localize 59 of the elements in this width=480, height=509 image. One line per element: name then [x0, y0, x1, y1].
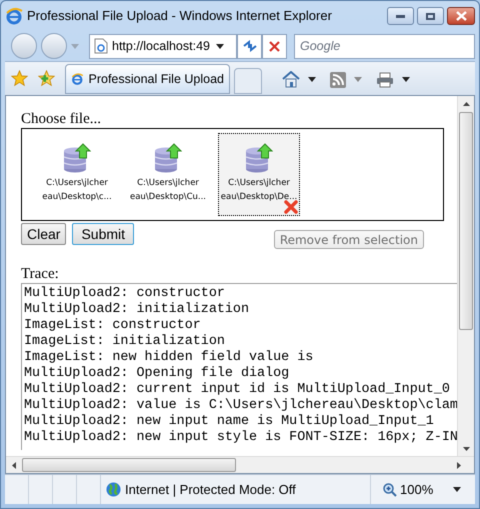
close-icon: [456, 11, 466, 21]
star-icon[interactable]: [11, 70, 28, 87]
trace-line: MultiUpload2: initialization: [24, 302, 249, 318]
stop-icon: [269, 40, 280, 52]
caret-icon[interactable]: [308, 77, 316, 82]
refresh-button[interactable]: [237, 34, 262, 58]
scroll-right-icon[interactable]: [457, 462, 461, 468]
scroll-down-icon[interactable]: [462, 447, 470, 451]
file-path: C:\Users\jlcher eau\Desktop\De...: [220, 177, 298, 204]
form-button[interactable]: Submit: [72, 223, 134, 245]
file-item[interactable]: C:\Users\jlcher eau\Desktop\De...: [218, 133, 300, 216]
vertical-scrollbar[interactable]: [457, 96, 474, 456]
trace-line: MultiUpload2: value is C:\Users\jlchereau\Desktop\clam: [24, 398, 457, 414]
database-upload-icon: [245, 143, 273, 173]
file-path: C:\Users\jlcher eau\Desktop\Cu...: [129, 177, 207, 204]
delete-icon[interactable]: [284, 200, 298, 214]
trace-heading: Trace:: [21, 265, 60, 283]
file-path: C:\Users\jlcher eau\Desktop\c...: [41, 177, 113, 204]
globe-icon: [106, 482, 121, 497]
trace-line: MultiUpload2: new input style is FONT-SIZE: 16px; Z-IN: [24, 430, 457, 446]
stop-button[interactable]: [262, 34, 287, 58]
browser-logo-icon: [5, 7, 23, 25]
security-zone-text: Internet | Protected Mode: Off: [125, 480, 296, 499]
caret-icon[interactable]: [453, 487, 462, 492]
file-item[interactable]: C:\Users\jlcher eau\Desktop\c...: [36, 133, 118, 216]
refresh-icon: [242, 40, 256, 52]
search-field[interactable]: Google: [294, 34, 475, 58]
window-title: Professional File Upload - Windows Internet Explorer: [27, 7, 332, 26]
url-text: http://localhost:49: [112, 38, 211, 55]
file-item[interactable]: C:\Users\jlcher eau\Desktop\Cu...: [127, 133, 209, 216]
trace-line: MultiUpload2: constructor: [24, 286, 225, 302]
zoom-icon[interactable]: [383, 482, 397, 496]
close-button[interactable]: [447, 7, 475, 25]
horizontal-scrollbar[interactable]: [6, 456, 474, 473]
page-icon: [94, 38, 108, 54]
trace-line: ImageList: new hidden field value is: [24, 350, 314, 366]
feed-icon[interactable]: [330, 72, 346, 88]
minimize-button[interactable]: [387, 7, 414, 25]
caret-icon[interactable]: [216, 44, 224, 48]
database-upload-icon: [63, 143, 91, 173]
trace-line: ImageList: constructor: [24, 318, 201, 334]
printer-icon[interactable]: [376, 72, 394, 88]
section-heading: Choose file...: [21, 110, 102, 128]
trace-line: MultiUpload2: current input id is MultiUpload_Input_0: [24, 382, 450, 398]
browser-logo-icon: [71, 71, 84, 87]
browser-tab[interactable]: Professional File Upload: [65, 64, 230, 94]
address-field[interactable]: http://localhost:49: [89, 34, 237, 58]
database-upload-icon: [154, 143, 182, 173]
trace-line: MultiUpload2: new input name is MultiUpload_Input_1: [24, 414, 434, 430]
maximize-button[interactable]: [417, 7, 444, 25]
star-plus-icon[interactable]: [38, 70, 55, 87]
scroll-left-icon[interactable]: [12, 462, 16, 468]
trace-line: MultiUpload2: Opening file dialog: [24, 366, 290, 382]
form-button[interactable]: Clear: [21, 223, 66, 245]
zoom-level[interactable]: 100%: [400, 480, 434, 500]
trace-line: ImageList: initialization: [24, 334, 225, 350]
scroll-up-icon[interactable]: [462, 102, 470, 106]
home-icon[interactable]: [282, 71, 300, 88]
caret-icon[interactable]: [402, 77, 410, 82]
